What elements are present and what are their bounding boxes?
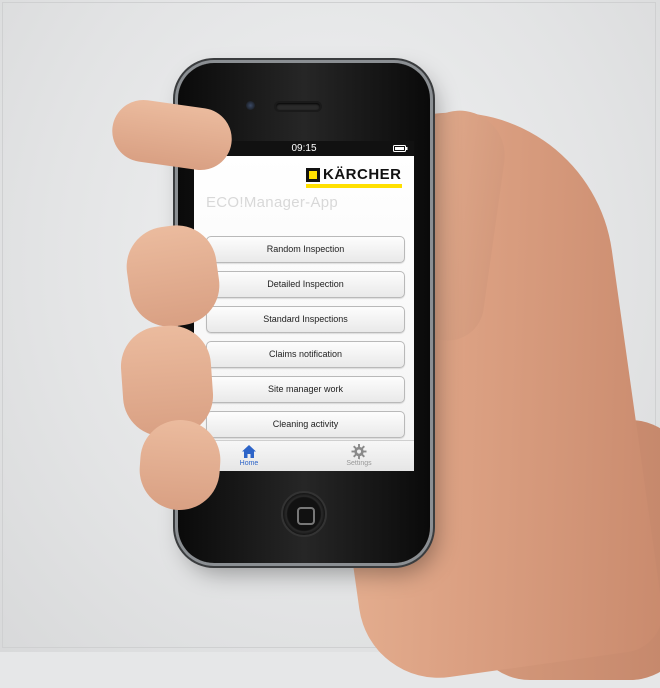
- battery-icon: [393, 145, 408, 152]
- tab-settings-label: Settings: [346, 460, 372, 467]
- detailed-inspection-button[interactable]: Detailed Inspection: [206, 271, 405, 298]
- app-content: KÄRCHER ECO!Manager-App Random Inspectio…: [194, 156, 414, 441]
- logo-yellow-bar: [306, 184, 402, 188]
- front-camera: [246, 101, 255, 110]
- phone-home-button[interactable]: [281, 491, 327, 537]
- site-manager-work-button[interactable]: Site manager work: [206, 376, 405, 403]
- cleaning-activity-button[interactable]: Cleaning activity: [206, 411, 405, 438]
- earpiece-speaker: [276, 103, 320, 110]
- logo-text: KÄRCHER: [323, 166, 402, 183]
- main-menu: Random Inspection Detailed Inspection St…: [206, 236, 405, 446]
- standard-inspections-button[interactable]: Standard Inspections: [206, 306, 405, 333]
- phone-screen: 09:15 KÄRCHER ECO!Manager-App Random Ins…: [194, 141, 414, 471]
- karcher-logo: KÄRCHER: [306, 166, 406, 188]
- house-icon: [242, 445, 256, 458]
- tab-bar: Home Settings: [194, 440, 414, 471]
- home-button-square: [297, 507, 315, 525]
- random-inspection-button[interactable]: Random Inspection: [206, 236, 405, 263]
- logo-mark: [306, 168, 320, 182]
- tab-settings[interactable]: Settings: [304, 441, 414, 471]
- claims-notification-button[interactable]: Claims notification: [206, 341, 405, 368]
- app-title: ECO!Manager-App: [206, 194, 339, 211]
- gear-icon: [351, 444, 367, 459]
